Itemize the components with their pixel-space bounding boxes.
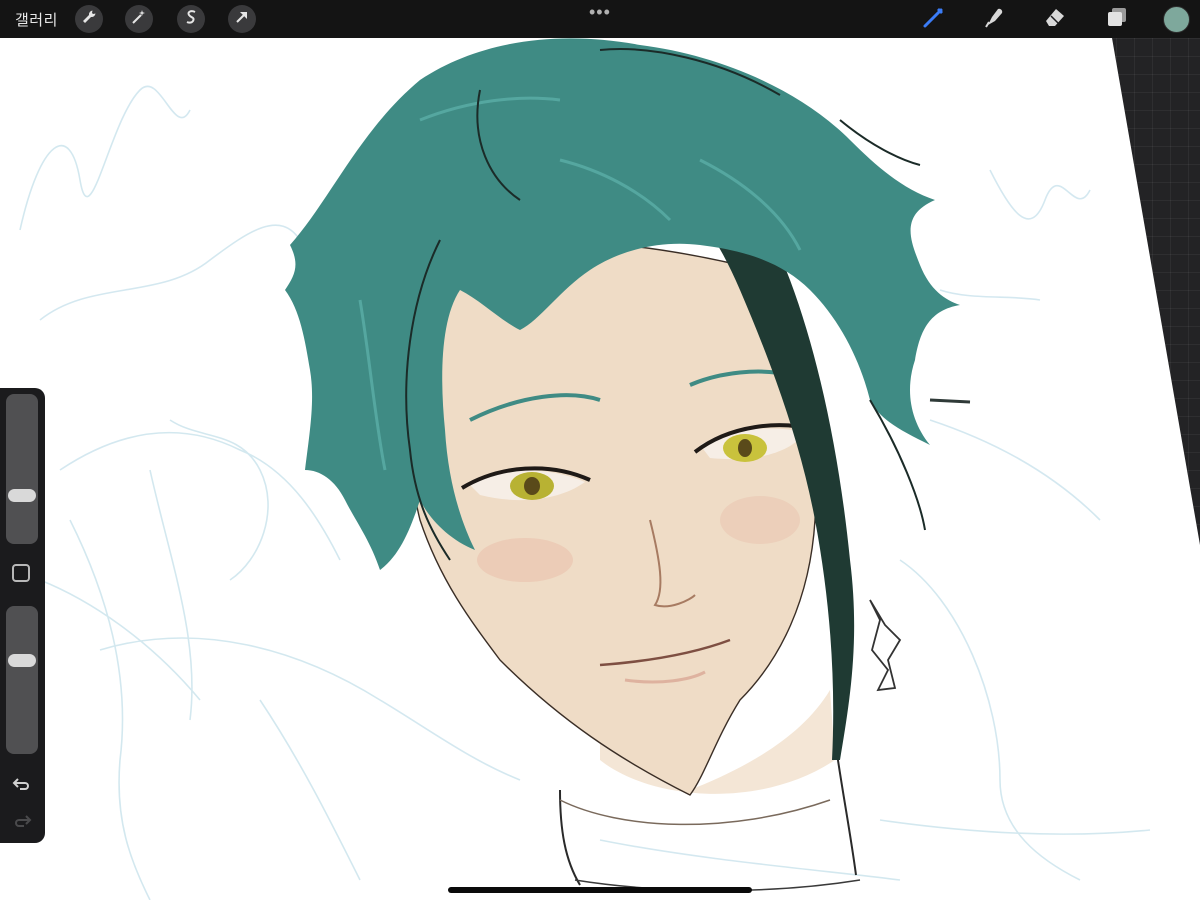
magic-wand-icon (131, 9, 147, 30)
layers-icon (1105, 5, 1129, 34)
brush-size-slider[interactable] (6, 394, 38, 544)
top-toolbar: 갤러리 ••• (0, 0, 1200, 38)
brush-icon (922, 5, 946, 34)
selection-button[interactable] (177, 5, 205, 33)
cheek-left (477, 538, 573, 582)
brush-size-thumb[interactable] (8, 489, 36, 503)
transform-arrow-icon (234, 9, 250, 30)
more-options-button[interactable]: ••• (589, 2, 611, 23)
layers-button[interactable] (1104, 6, 1130, 32)
cheek-right (720, 496, 800, 544)
smudge-tool-button[interactable] (981, 6, 1007, 32)
adjustments-button[interactable] (125, 5, 153, 33)
opacity-thumb[interactable] (8, 653, 36, 667)
color-picker-button[interactable] (1163, 6, 1190, 33)
modify-button[interactable] (12, 564, 30, 582)
brush-tool-button[interactable] (921, 6, 947, 32)
transform-button[interactable] (228, 5, 256, 33)
smudge-icon (982, 5, 1006, 34)
undo-icon (12, 778, 32, 797)
home-indicator[interactable] (448, 887, 752, 893)
redo-icon (12, 815, 32, 834)
drawing-canvas[interactable] (0, 38, 1200, 900)
actions-button[interactable] (75, 5, 103, 33)
left-sidebar (0, 388, 45, 843)
redo-button[interactable] (12, 810, 32, 830)
selection-s-icon (183, 9, 199, 30)
eraser-tool-button[interactable] (1042, 6, 1068, 32)
opacity-slider[interactable] (6, 606, 38, 754)
undo-button[interactable] (12, 773, 32, 793)
eraser-icon (1043, 5, 1067, 34)
wrench-icon (81, 9, 97, 30)
gallery-button[interactable]: 갤러리 (15, 9, 58, 30)
